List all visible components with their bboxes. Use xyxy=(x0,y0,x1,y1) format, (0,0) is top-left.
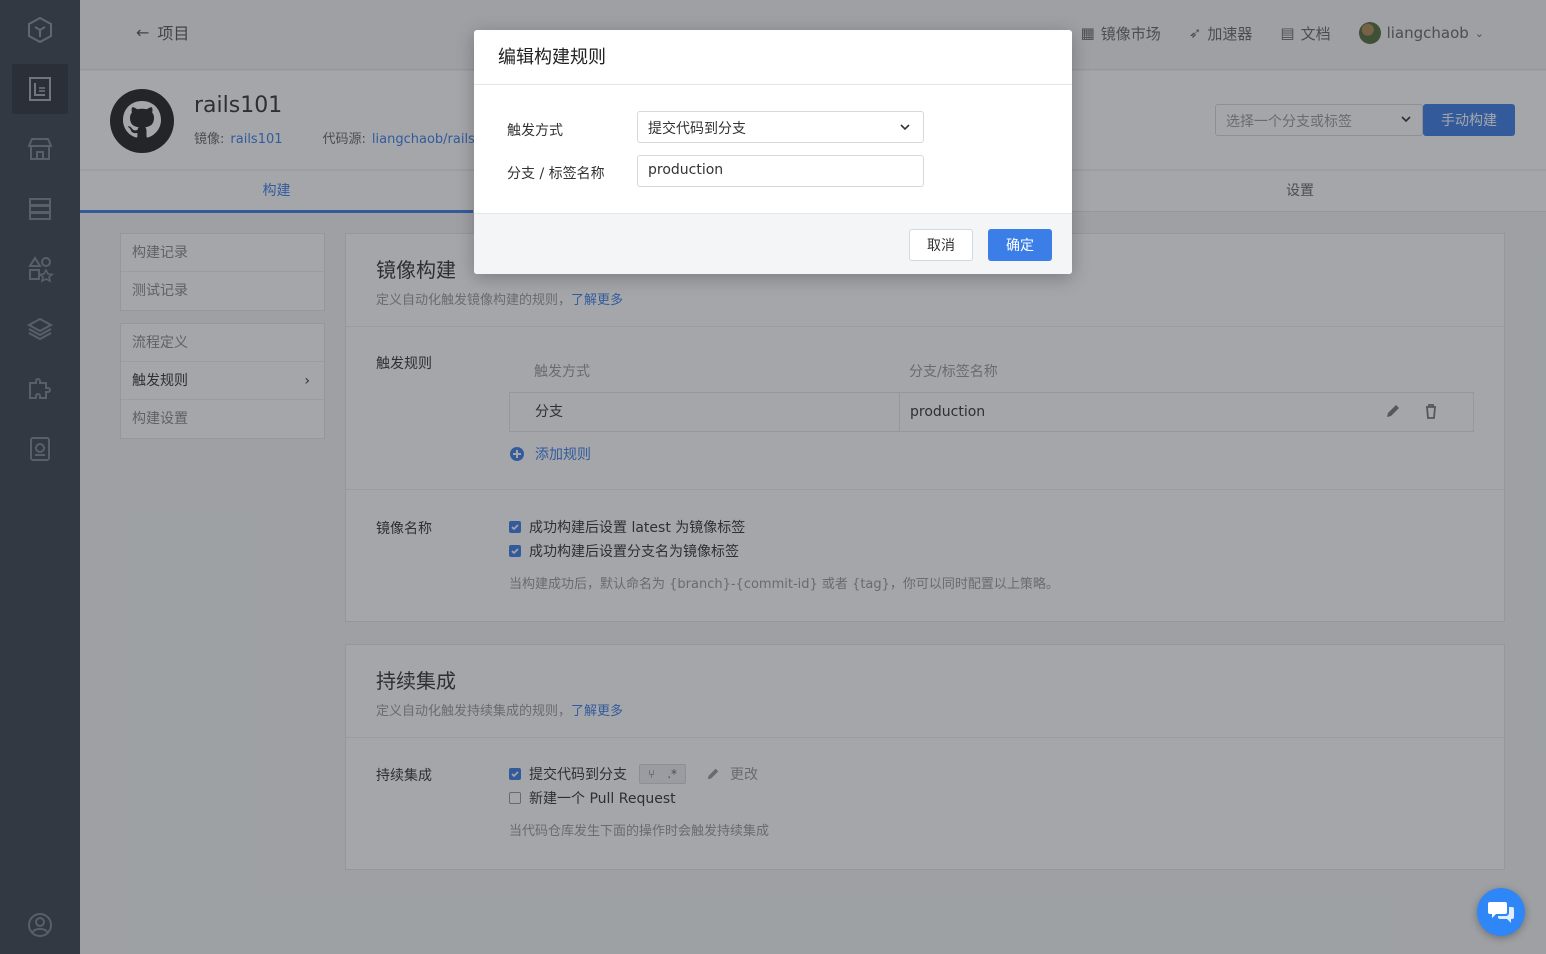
branch-name-label: 分支 / 标签名称 xyxy=(507,166,605,182)
branch-name-value: production xyxy=(648,162,724,178)
trigger-type-value: 提交代码到分支 xyxy=(648,121,746,137)
chevron-down-icon xyxy=(900,124,910,131)
modal-title: 编辑构建规则 xyxy=(474,30,1072,85)
chat-support-button[interactable] xyxy=(1477,888,1525,936)
cancel-button[interactable]: 取消 xyxy=(909,229,973,261)
edit-rule-modal: 编辑构建规则 触发方式 提交代码到分支 分支 / 标签名称 production… xyxy=(474,30,1072,274)
chat-icon xyxy=(1488,902,1514,923)
modal-footer: 取消 确定 xyxy=(474,213,1072,274)
branch-name-input[interactable]: production xyxy=(637,155,924,187)
modal-body: 触发方式 提交代码到分支 分支 / 标签名称 production xyxy=(474,85,1072,213)
trigger-type-select[interactable]: 提交代码到分支 xyxy=(637,111,924,143)
trigger-type-label: 触发方式 xyxy=(507,123,563,139)
confirm-button[interactable]: 确定 xyxy=(988,229,1052,261)
